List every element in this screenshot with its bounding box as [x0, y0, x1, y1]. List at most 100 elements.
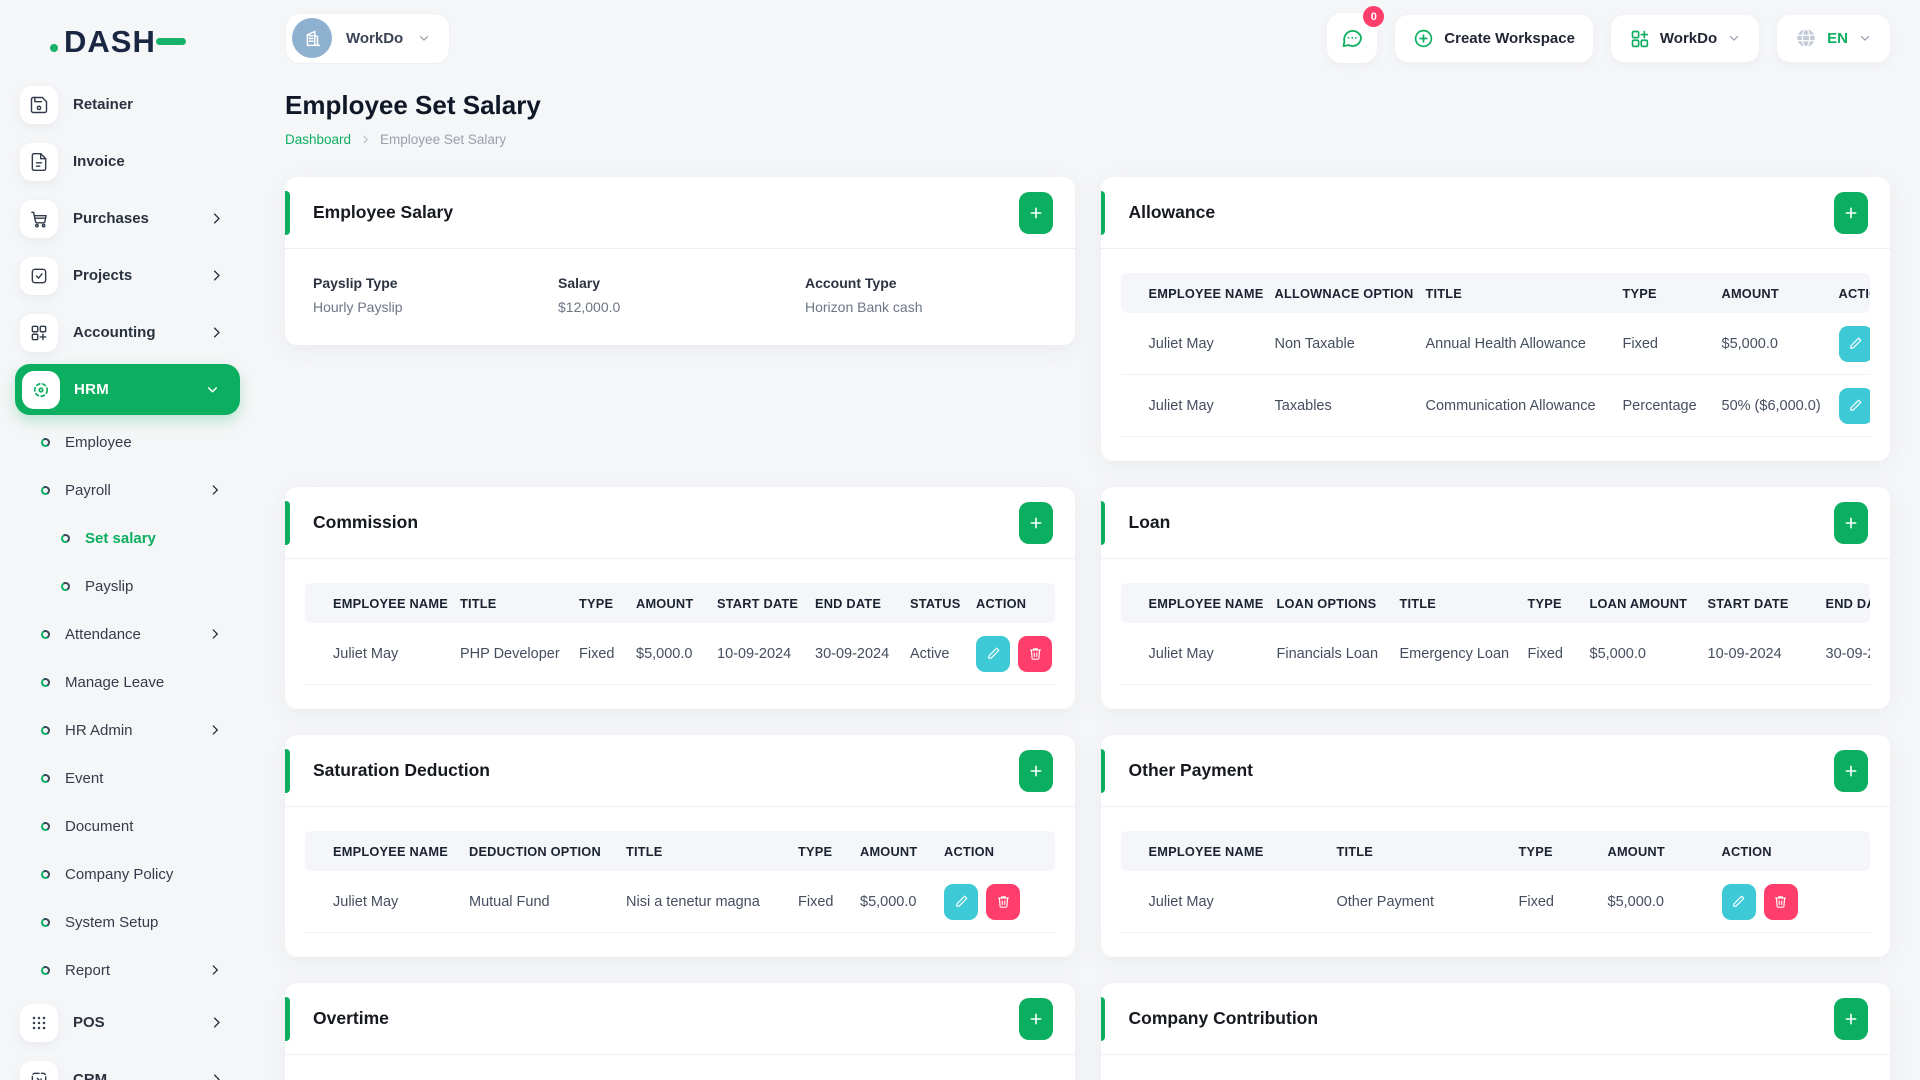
workspace-selector[interactable]: WorkDo [285, 12, 451, 64]
messages-button[interactable]: 0 [1327, 6, 1385, 63]
column-header: TYPE [1527, 595, 1562, 611]
chevron-right-icon [209, 268, 224, 283]
edit-button[interactable] [1838, 325, 1870, 362]
field-label: Payslip Type [313, 275, 398, 291]
chat-icon [1342, 30, 1363, 47]
add-employee-salary-button[interactable] [1018, 191, 1053, 234]
company-contribution-card: Company Contribution [1100, 983, 1890, 1080]
breadcrumb-dashboard-link[interactable]: Dashboard [285, 132, 351, 147]
add-saturation-deduction-button[interactable] [1018, 749, 1053, 792]
app-logo[interactable]: DASH [50, 24, 186, 60]
sidebar-item-set-salary[interactable]: Set salary [0, 514, 258, 562]
table-cell: Fixed [1518, 893, 1554, 910]
bullet-icon [60, 580, 71, 592]
create-workspace-button[interactable]: Create Workspace [1395, 14, 1593, 62]
add-commission-button[interactable] [1018, 501, 1053, 544]
field-value: Horizon Bank cash [805, 299, 923, 315]
field-salary: Salary $12,000.0 [558, 275, 805, 315]
card-header: Saturation Deduction [285, 735, 1075, 807]
column-header: END DATE [1825, 595, 1871, 611]
sidebar-item-crm[interactable]: CRM [0, 1051, 258, 1080]
sidebar-item-employee[interactable]: Employee [0, 418, 258, 466]
bullet-icon [40, 724, 51, 736]
card-title: Loan [1128, 512, 1171, 532]
bullet-icon [60, 532, 71, 544]
sidebar-item-projects[interactable]: Projects [0, 247, 258, 304]
card-header: Loan [1100, 487, 1890, 559]
sidebar-item-label: Projects [73, 267, 133, 284]
sidebar-item-label: Report [65, 961, 111, 979]
chevron-right-icon [360, 134, 371, 145]
sidebar-item-label: CRM [73, 1071, 108, 1080]
add-company-contribution-button[interactable] [1834, 997, 1868, 1040]
table-row: Juliet May Non Taxable Annual Health Allow… [1120, 313, 1870, 375]
plus-icon [1845, 1013, 1857, 1024]
other-payment-table: EMPLOYEE NAME TITLE TYPE AMOUNT ACTION Juliet… [1120, 831, 1870, 933]
sidebar-item-payslip[interactable]: Payslip [0, 562, 258, 610]
bullet-icon [40, 436, 51, 448]
delete-button[interactable] [1018, 635, 1052, 672]
row-actions [1811, 387, 1870, 424]
column-header: ALLOWNACE OPTION [1274, 285, 1414, 301]
sidebar-item-system-setup[interactable]: System Setup [0, 898, 258, 946]
cards-grid: Employee Salary Payslip Type Hourly Pays… [285, 177, 1890, 1080]
sidebar-item-hrm[interactable]: HRM [15, 364, 240, 415]
edit-button[interactable] [1721, 883, 1756, 920]
sidebar-item-purchases[interactable]: Purchases [0, 190, 258, 247]
column-header: START DATE [1707, 595, 1789, 611]
sidebar-item-pos[interactable]: POS [0, 994, 258, 1051]
workdo-menu-button[interactable]: WorkDo [1610, 14, 1760, 62]
plus-icon [1030, 765, 1041, 776]
table-cell: 10-09-2024 [717, 645, 792, 662]
sidebar-item-label: HR Admin [65, 721, 133, 739]
card-title: Company Contribution [1128, 1008, 1319, 1028]
table-header-row: EMPLOYEE NAME LOAN OPTIONS TITLE TYPE LOAN A… [1120, 583, 1871, 623]
column-header: EMPLOYEE NAME [1148, 595, 1264, 611]
sidebar-item-attendance[interactable]: Attendance [0, 610, 258, 658]
sidebar-item-manage-leave[interactable]: Manage Leave [0, 658, 258, 706]
delete-button[interactable] [986, 883, 1020, 920]
column-header: DEDUCTION OPTION [469, 843, 601, 859]
edit-button[interactable] [1838, 387, 1870, 424]
table-cell: Juliet May [1148, 397, 1214, 414]
sidebar: DASH Retainer Invoice Purchases Projects… [0, 0, 258, 1080]
delete-button[interactable] [1763, 883, 1798, 920]
sidebar-item-company-policy[interactable]: Company Policy [0, 850, 258, 898]
bullet-icon [40, 868, 51, 880]
chevron-down-icon [1727, 31, 1741, 45]
language-selector[interactable]: EN [1777, 14, 1890, 62]
sidebar-item-accounting[interactable]: Accounting [0, 304, 258, 361]
sidebar-item-label: Accounting [73, 324, 156, 341]
add-loan-button[interactable] [1834, 501, 1868, 544]
edit-icon [955, 895, 967, 907]
sidebar-item-invoice[interactable]: Invoice [0, 133, 258, 190]
column-header: START DATE [717, 595, 799, 611]
edit-button[interactable] [944, 883, 978, 920]
table-cell: $5,000.0 [1721, 335, 1778, 352]
logo-dash-icon [155, 38, 186, 45]
table-cell: Juliet May [333, 645, 399, 662]
sidebar-item-payroll[interactable]: Payroll [0, 466, 258, 514]
bullet-icon [40, 964, 51, 976]
sidebar-item-document[interactable]: Document [0, 802, 258, 850]
add-overtime-button[interactable] [1018, 997, 1053, 1040]
pos-icon [20, 1003, 58, 1042]
chevron-right-icon [208, 963, 222, 977]
sidebar-item-report[interactable]: Report [0, 946, 258, 994]
workdo-menu-label: WorkDo [1659, 29, 1718, 47]
column-header: EMPLOYEE NAME [333, 595, 448, 611]
sidebar-item-event[interactable]: Event [0, 754, 258, 802]
table-cell: Juliet May [1148, 645, 1214, 662]
field-value: $12,000.0 [558, 299, 621, 315]
add-other-payment-button[interactable] [1834, 749, 1868, 792]
loan-table: EMPLOYEE NAME LOAN OPTIONS TITLE TYPE LOAN A… [1120, 583, 1871, 685]
sidebar-item-hr-admin[interactable]: HR Admin [0, 706, 258, 754]
column-header: AMOUNT [860, 843, 918, 859]
add-allowance-button[interactable] [1834, 191, 1868, 234]
sidebar-item-retainer[interactable]: Retainer [0, 76, 258, 133]
table-cell: Emergency Loan [1399, 645, 1510, 662]
sidebar-item-label: Event [65, 769, 104, 787]
table-cell: Communication Allowance [1425, 397, 1596, 414]
edit-button[interactable] [976, 635, 1010, 672]
row-actions [1811, 325, 1870, 362]
